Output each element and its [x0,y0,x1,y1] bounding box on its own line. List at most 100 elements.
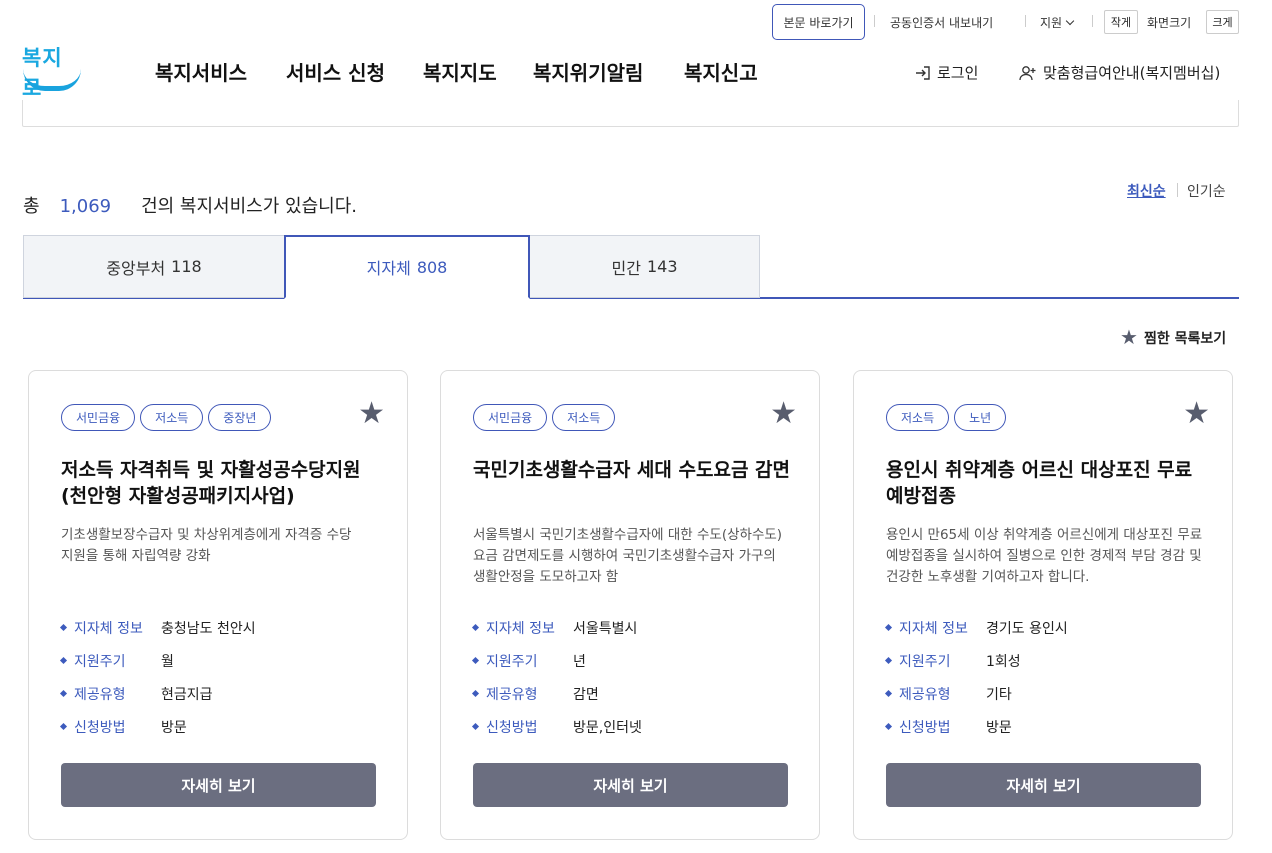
bullet-icon [884,656,893,665]
info-row: 제공유형 감면 [471,677,793,710]
nav-welfare-report[interactable]: 복지신고 [684,57,758,86]
info-row: 신청방법 방문,인터넷 [471,710,793,743]
skip-to-content-link[interactable]: 본문 바로가기 [772,4,865,40]
service-card: 저소득 노년 ★ 용인시 취약계층 어르신 대상포진 무료 예방접종 용인시 만… [853,370,1233,840]
language-select[interactable]: 지원 [1040,14,1075,31]
font-size-large-button[interactable]: 크게 [1206,10,1239,34]
count-number: 1,069 [59,196,112,217]
star-icon: ★ [1120,325,1138,349]
count-suffix: 건의 복지서비스가 있습니다. [141,196,357,217]
card-description: 서울특별시 국민기초생활수급자에 대한 수도(상하수도)요금 감면제도를 시행하… [473,527,783,585]
login-label: 로그인 [937,64,979,82]
nav-welfare-services[interactable]: 복지서비스 [155,57,247,86]
info-label: 신청방법 [74,719,126,736]
view-detail-button[interactable]: 자세히 보기 [61,763,376,807]
cert-export-link[interactable]: 공동인증서 내보내기 [890,14,993,31]
user-plus-icon [1019,65,1036,80]
tag[interactable]: 노년 [954,404,1007,431]
info-value: 경기도 용인시 [986,620,1068,637]
info-label: 제공유형 [899,686,951,703]
info-value: 방문,인터넷 [573,719,642,736]
font-size-label: 화면크기 [1147,16,1192,30]
info-value: 서울특별시 [573,620,638,637]
info-row: 제공유형 기타 [884,677,1206,710]
favorite-star-icon[interactable]: ★ [770,399,797,429]
nav-crisis-alert[interactable]: 복지위기알림 [533,57,643,86]
info-row: 지자체 정보 서울특별시 [471,611,793,644]
font-size-small-button[interactable]: 작게 [1104,10,1138,34]
favorite-star-icon[interactable]: ★ [358,399,385,429]
chevron-down-icon [1065,16,1075,26]
tab-private[interactable]: 민간 143 [529,235,760,298]
tag[interactable]: 서민금융 [61,404,136,431]
sort-popular-button[interactable]: 인기순 [1187,181,1226,201]
bullet-icon [884,689,893,698]
info-row: 지원주기 월 [59,644,381,677]
utility-bar: 본문 바로가기 공동인증서 내보내기 지원 작게 화면크기 크게 [0,0,1272,40]
count-prefix: 총 [23,196,40,217]
tab-count: 808 [416,257,448,277]
card-description: 용인시 만65세 이상 취약계층 어르신에게 대상포진 무료 예방접종을 실시하… [886,527,1203,585]
info-label: 제공유형 [486,686,538,703]
logo[interactable]: 복지로 [22,42,82,100]
info-value: 현금지급 [161,686,213,703]
divider [1177,183,1178,197]
bullet-icon [59,689,68,698]
login-icon [916,65,930,80]
nav-welfare-map[interactable]: 복지지도 [423,57,497,86]
info-row: 지자체 정보 충청남도 천안시 [59,611,381,644]
info-label: 지원주기 [74,653,126,670]
favorite-star-icon[interactable]: ★ [1183,399,1210,429]
bullet-icon [59,722,68,731]
tag[interactable]: 저소득 [552,404,616,431]
tab-count: 118 [171,257,202,276]
service-card: 서민금융 저소득 ★ 국민기초생활수급자 세대 수도요금 감면 서울특별시 국민… [440,370,820,840]
tab-central-ministry[interactable]: 중앙부처 118 [23,235,285,298]
info-row: 제공유형 현금지급 [59,677,381,710]
membership-label: 맞춤형급여안내(복지멤버십) [1043,64,1221,82]
info-label: 신청방법 [486,719,538,736]
info-label: 지자체 정보 [899,620,968,637]
card-title: 용인시 취약계층 어르신 대상포진 무료 예방접종 [886,459,1193,507]
bullet-icon [59,623,68,632]
tag[interactable]: 중장년 [208,404,272,431]
tag[interactable]: 저소득 [886,404,950,431]
view-detail-button[interactable]: 자세히 보기 [473,763,788,807]
favorites-label: 찜한 목록보기 [1143,331,1227,347]
card-info-list: 지자체 정보 서울특별시 지원주기 년 제공유형 감면 신청방법 방문,인터넷 [471,611,793,743]
view-detail-button[interactable]: 자세히 보기 [886,763,1201,807]
info-row: 지원주기 년 [471,644,793,677]
tab-label: 민간 [611,258,641,278]
info-value: 방문 [161,719,187,736]
language-label: 지원 [1040,16,1063,30]
info-label: 지자체 정보 [74,620,143,637]
divider [1025,15,1026,27]
tag-list: 서민금융 저소득 중장년 [61,404,272,431]
result-count: 총 1,069 건의 복지서비스가 있습니다. [23,192,357,218]
tag[interactable]: 저소득 [140,404,204,431]
info-value: 년 [573,653,586,670]
card-title: 저소득 자격취득 및 자활성공수당지원(천안형 자활성공패키지사업) [61,459,361,507]
info-value: 방문 [986,719,1012,736]
tab-label: 중앙부처 [106,258,166,278]
nav-service-apply[interactable]: 서비스 신청 [286,57,385,86]
info-row: 신청방법 방문 [59,710,381,743]
login-link[interactable]: 로그인 [914,62,978,83]
info-label: 지원주기 [899,653,951,670]
info-label: 제공유형 [74,686,126,703]
tab-label: 지자체 [366,259,411,278]
card-description: 기초생활보장수급자 및 차상위계층에게 자격증 수당 지원을 통해 자립역량 강… [61,527,352,564]
favorites-list-link[interactable]: ★ 찜한 목록보기 [1120,325,1227,350]
membership-link[interactable]: 맞춤형급여안내(복지멤버십) [1018,62,1220,83]
info-label: 지자체 정보 [486,620,555,637]
tab-local-government[interactable]: 지자체 808 [284,235,530,299]
info-value: 1회성 [986,653,1021,670]
bullet-icon [884,722,893,731]
sort-latest-button[interactable]: 최신순 [1127,181,1166,201]
divider [874,15,875,27]
info-value: 월 [161,653,174,670]
bullet-icon [884,623,893,632]
tag-list: 저소득 노년 [886,404,1007,431]
bullet-icon [471,656,480,665]
tag[interactable]: 서민금융 [473,404,548,431]
